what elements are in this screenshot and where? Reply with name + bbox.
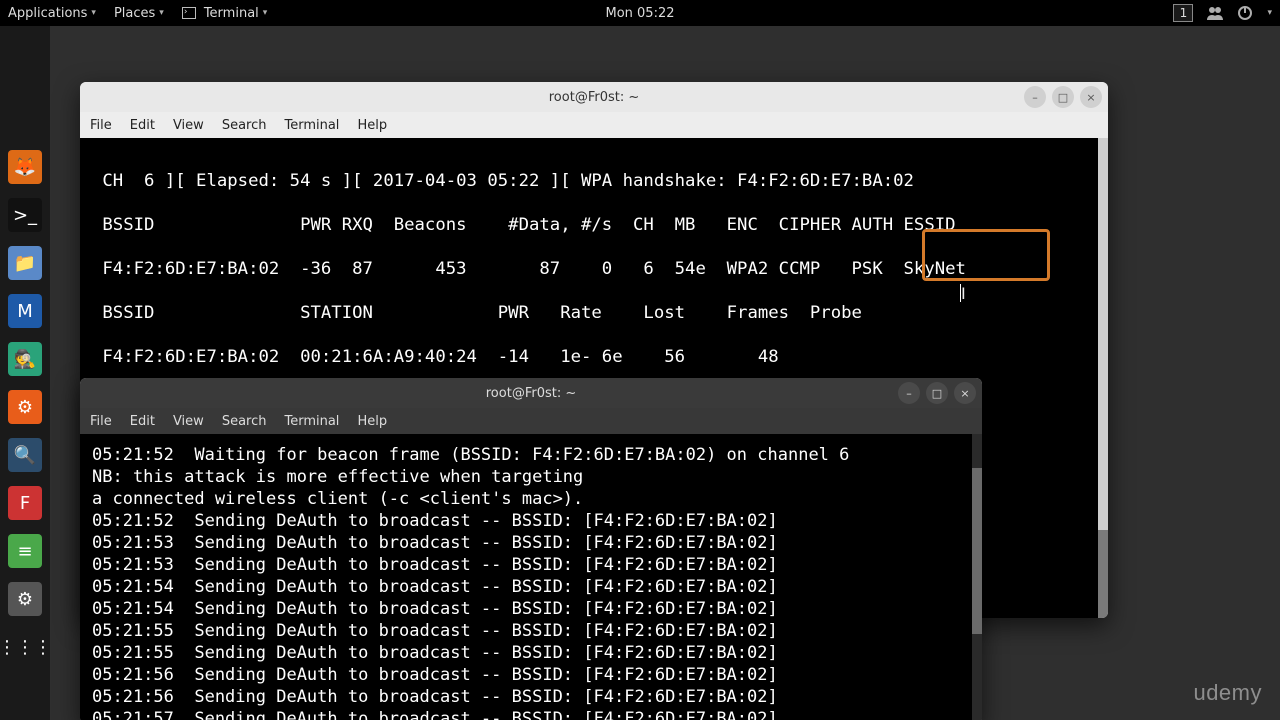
places-label: Places (114, 6, 155, 21)
ap-table-row: F4:F2:6D:E7:BA:02 -36 87 453 87 0 6 54e … (92, 259, 966, 279)
files-icon[interactable]: 📁 (8, 246, 42, 280)
window-title: root@Fr0st: ~ (549, 90, 640, 105)
power-icon[interactable] (1237, 5, 1253, 21)
clock[interactable]: Mon 05:22 (605, 6, 674, 21)
terminal-icon: › (182, 7, 196, 19)
leafpad-icon[interactable]: F (8, 486, 42, 520)
menu-search[interactable]: Search (222, 118, 267, 133)
watermark: udemy (1193, 680, 1262, 706)
maximize-button[interactable]: □ (1052, 86, 1074, 108)
menu-edit[interactable]: Edit (130, 118, 155, 133)
menu-view[interactable]: View (173, 414, 204, 429)
applications-label: Applications (8, 6, 87, 21)
settings-icon[interactable]: ⚙ (8, 582, 42, 616)
launcher-dock: 🦊 >_ 📁 M 🕵 ⚙ 🔍 F ≡ ⚙ ⋮⋮⋮ (0, 26, 50, 720)
menu-terminal[interactable]: Terminal (284, 414, 339, 429)
chevron-down-icon: ▾ (91, 8, 96, 18)
menubar: File Edit View Search Terminal Help (80, 112, 1108, 138)
ap-table-header: BSSID PWR RXQ Beacons #Data, #/s CH MB E… (92, 215, 956, 235)
terminal-window-aireplay: root@Fr0st: ~ – □ × File Edit View Search Te… (80, 378, 982, 720)
clock-text: Mon 05:22 (605, 6, 674, 21)
terminal-icon[interactable]: >_ (8, 198, 42, 232)
tweak-icon[interactable]: ≡ (8, 534, 42, 568)
menubar: File Edit View Search Terminal Help (80, 408, 982, 434)
topbar-terminal[interactable]: › Terminal ▾ (182, 6, 267, 21)
workspace-indicator[interactable]: 1 (1173, 4, 1193, 22)
armitage-icon[interactable]: 🕵 (8, 342, 42, 376)
menu-edit[interactable]: Edit (130, 414, 155, 429)
maximize-button[interactable]: □ (926, 382, 948, 404)
menu-terminal[interactable]: Terminal (284, 118, 339, 133)
chevron-down-icon[interactable]: ▾ (1267, 8, 1272, 18)
scrollbar-thumb[interactable] (972, 468, 982, 634)
places-menu[interactable]: Places ▾ (114, 6, 164, 21)
workspace-number: 1 (1180, 6, 1188, 20)
text-cursor: I (960, 284, 962, 302)
window-title: root@Fr0st: ~ (486, 386, 577, 401)
menu-search[interactable]: Search (222, 414, 267, 429)
firefox-icon[interactable]: 🦊 (8, 150, 42, 184)
titlebar[interactable]: root@Fr0st: ~ – □ × (80, 82, 1108, 112)
station-table-row: F4:F2:6D:E7:BA:02 00:21:6A:A9:40:24 -14 … (92, 347, 779, 367)
menu-file[interactable]: File (90, 414, 112, 429)
users-icon[interactable] (1207, 5, 1223, 21)
menu-help[interactable]: Help (357, 414, 387, 429)
menu-view[interactable]: View (173, 118, 204, 133)
terminal-output[interactable]: 05:21:52 Waiting for beacon frame (BSSID… (80, 434, 982, 720)
minimize-button[interactable]: – (898, 382, 920, 404)
apps-icon[interactable]: ⋮⋮⋮ (8, 630, 42, 664)
menu-file[interactable]: File (90, 118, 112, 133)
terminal-label: Terminal (204, 6, 259, 21)
scrollbar-thumb[interactable] (1098, 530, 1108, 618)
minimize-button[interactable]: – (1024, 86, 1046, 108)
airodump-status-line: CH 6 ][ Elapsed: 54 s ][ 2017-04-03 05:2… (92, 171, 914, 191)
scrollbar[interactable] (1098, 138, 1108, 618)
watermark-text: udemy (1193, 680, 1262, 705)
scrollbar[interactable] (972, 434, 982, 720)
applications-menu[interactable]: Applications ▾ (8, 6, 96, 21)
chevron-down-icon: ▾ (263, 8, 268, 18)
burp-icon[interactable]: ⚙ (8, 390, 42, 424)
titlebar[interactable]: root@Fr0st: ~ – □ × (80, 378, 982, 408)
metasploit-icon[interactable]: M (8, 294, 42, 328)
wireshark-icon[interactable]: 🔍 (8, 438, 42, 472)
top-panel: Applications ▾ Places ▾ › Terminal ▾ Mon… (0, 0, 1280, 26)
chevron-down-icon: ▾ (159, 8, 164, 18)
menu-help[interactable]: Help (357, 118, 387, 133)
close-button[interactable]: × (954, 382, 976, 404)
close-button[interactable]: × (1080, 86, 1102, 108)
station-table-header: BSSID STATION PWR Rate Lost Frames Probe (92, 303, 862, 323)
